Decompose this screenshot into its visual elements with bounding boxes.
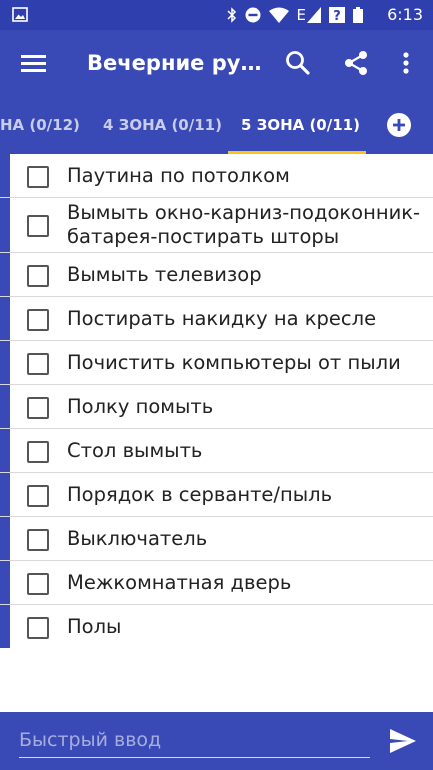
battery-icon [353,7,363,23]
zone-tabs: НА (0/12) 4 ЗОНА (0/11) 5 ЗОНА (0/11) [0,97,433,154]
list-item[interactable]: Порядок в серванте/пыль [0,473,433,517]
send-icon[interactable] [388,727,418,755]
list-item[interactable]: Паутина по потолком [0,154,433,198]
tab-zone-5[interactable]: 5 ЗОНА (0/11) [241,97,360,154]
task-checkbox[interactable] [27,485,49,507]
task-label: Паутина по потолком [67,164,290,187]
row-accent [0,341,10,384]
row-accent [0,517,10,560]
row-accent [0,429,10,472]
list-item[interactable]: Стол вымыть [0,429,433,473]
row-accent [0,154,10,197]
task-checkbox[interactable] [27,441,49,463]
task-checkbox[interactable] [27,309,49,331]
task-label: Полку помыть [67,395,214,418]
list-item[interactable]: Вымыть окно-карниз-подоконник-батарея-по… [0,198,433,253]
signal-question-icon: ? [329,7,345,23]
svg-text:?: ? [333,9,341,23]
row-accent [0,385,10,428]
status-time: 6:13 [387,5,423,24]
page-title: Вечерние рут… [87,51,267,75]
task-label: Постирать накидку на кресле [67,307,377,330]
row-accent [0,605,10,648]
quick-entry-bar [0,712,433,770]
list-item[interactable]: Межкомнатная дверь [0,561,433,605]
list-item[interactable]: Постирать накидку на кресле [0,297,433,341]
signal-e-icon: E [297,7,321,23]
task-label: Вымыть телевизор [67,263,262,286]
menu-icon[interactable] [14,47,52,79]
network-label: E [296,6,306,24]
task-label: Стол вымыть [67,439,203,462]
row-accent [0,473,10,516]
task-checkbox[interactable] [27,529,49,551]
task-label: Межкомнатная дверь [67,571,292,594]
list-item[interactable]: Выключатель [0,517,433,561]
task-label: Полы [67,615,122,638]
task-label: Порядок в серванте/пыль [67,483,333,506]
status-bar: E ? 6:13 [0,0,433,30]
task-label: Почистить компьютеры от пыли [67,351,401,374]
row-accent [0,253,10,296]
list-item[interactable]: Почистить компьютеры от пыли [0,341,433,385]
row-accent [0,198,10,252]
wifi-icon [268,7,289,23]
tab-zone-3[interactable]: НА (0/12) [0,97,80,154]
status-icons: E ? [226,6,363,24]
quick-entry-input[interactable] [19,726,369,754]
list-item[interactable]: Полку помыть [0,385,433,429]
list-item[interactable]: Вымыть телевизор [0,253,433,297]
more-vert-icon[interactable] [394,47,418,79]
task-checkbox[interactable] [27,215,49,237]
task-checkbox[interactable] [27,617,49,639]
do-not-disturb-icon [245,7,261,23]
add-circle-icon[interactable] [386,112,412,138]
task-list: Паутина по потолком Вымыть окно-карниз-п… [0,154,433,648]
row-accent [0,561,10,604]
task-checkbox[interactable] [27,397,49,419]
list-item[interactable]: Полы [0,605,433,648]
input-underline [19,757,370,758]
task-checkbox[interactable] [27,166,49,188]
row-accent [0,297,10,340]
task-checkbox[interactable] [27,265,49,287]
share-icon[interactable] [340,47,372,79]
app-bar: Вечерние рут… [0,30,433,97]
tab-zone-4[interactable]: 4 ЗОНА (0/11) [103,97,222,154]
task-checkbox[interactable] [27,353,49,375]
bluetooth-icon [226,7,236,23]
task-checkbox[interactable] [27,573,49,595]
task-label: Выключатель [67,527,208,550]
task-label: Вымыть окно-карниз-подоконник-батарея-по… [67,201,421,248]
search-icon[interactable] [282,47,314,79]
image-icon [12,7,28,22]
